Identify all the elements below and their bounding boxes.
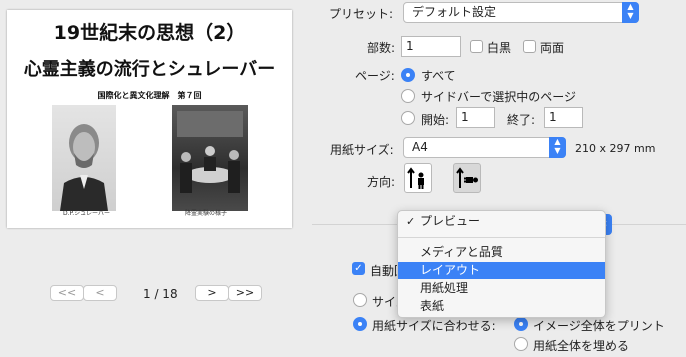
- document-subtitle: 国際化と異文化理解 第７回: [97, 91, 202, 100]
- orientation-label: 方向:: [367, 175, 396, 189]
- paper-size-value: A4: [412, 140, 428, 154]
- pages-all-label: すべて: [421, 69, 456, 83]
- pages-all-radio[interactable]: [401, 68, 415, 82]
- landscape-person-icon: [456, 167, 478, 188]
- menu-item-layout[interactable]: レイアウト: [398, 262, 605, 279]
- caption-left: D.P.シュレーバー: [63, 210, 110, 217]
- landscape-orientation-button[interactable]: [453, 163, 481, 193]
- copies-field[interactable]: 1: [401, 36, 461, 57]
- print-entire-image-label: イメージ全体をプリント: [533, 319, 665, 333]
- copies-label: 部数:: [367, 41, 396, 55]
- presets-label: プリセット:: [329, 7, 394, 21]
- fit-to-paper-label: 用紙サイズに合わせる:: [372, 319, 496, 333]
- caption-right: 降霊実験の様子: [185, 210, 228, 217]
- pages-sidebar-label: サイドバーで選択中のページ: [421, 90, 577, 104]
- menu-separator: [398, 237, 605, 238]
- auto-rotate-checkbox[interactable]: ✓: [352, 262, 365, 275]
- seance-photo: [172, 105, 248, 211]
- pages-to-label: 終了:: [507, 113, 536, 127]
- presets-value: デフォルト設定: [412, 5, 497, 19]
- fit-to-paper-radio[interactable]: [353, 317, 367, 331]
- document-heading: 心霊主義の流行とシュレーバー: [23, 59, 276, 80]
- black-white-checkbox[interactable]: [470, 40, 483, 53]
- black-white-label: 白黒: [487, 41, 512, 55]
- page-indicator: 1 / 18: [143, 287, 178, 301]
- chevron-updown-icon: ▲▼: [549, 137, 566, 158]
- section-dropdown-menu: ✓ プレビュー メディアと品質 レイアウト 用紙処理 表紙: [397, 210, 606, 318]
- fill-entire-paper-label: 用紙全体を埋める: [533, 339, 630, 353]
- pages-from-field[interactable]: 1: [456, 107, 495, 128]
- paper-dimensions: 210 x 297 mm: [575, 142, 656, 155]
- menu-item-paper-handling[interactable]: 用紙処理: [398, 280, 605, 297]
- menu-item-media-quality[interactable]: メディアと品質: [398, 244, 605, 261]
- fill-entire-paper-radio[interactable]: [514, 337, 528, 351]
- pages-to-field[interactable]: 1: [544, 107, 583, 128]
- last-page-button[interactable]: >>: [228, 285, 262, 301]
- pages-label: ページ:: [355, 69, 395, 83]
- portrait-photo: [52, 105, 116, 211]
- first-page-button[interactable]: <<: [50, 285, 84, 301]
- presets-popup[interactable]: デフォルト設定 ▲ ▼: [403, 2, 639, 23]
- portrait-person-icon: [407, 167, 424, 189]
- document-title: 19世紀末の思想（2）: [53, 22, 246, 44]
- menu-item-preview[interactable]: ✓ プレビュー: [398, 213, 605, 230]
- print-entire-image-radio[interactable]: [514, 317, 528, 331]
- pages-range-radio[interactable]: [401, 111, 415, 125]
- paper-size-popup[interactable]: A4 ▲ ▼: [403, 137, 566, 158]
- next-page-button[interactable]: >: [195, 285, 229, 301]
- menu-item-cover[interactable]: 表紙: [398, 298, 605, 315]
- print-preview-page: 19世紀末の思想（2） 心霊主義の流行とシュレーバー 国際化と異文化理解 第７回…: [7, 10, 292, 228]
- pages-sidebar-radio[interactable]: [401, 89, 415, 103]
- two-sided-label: 両面: [540, 41, 565, 55]
- portrait-orientation-button[interactable]: [404, 163, 432, 193]
- two-sided-checkbox[interactable]: [523, 40, 536, 53]
- chevron-updown-icon: ▲▼: [622, 2, 639, 23]
- scale-radio[interactable]: [353, 293, 367, 307]
- paper-size-label: 用紙サイズ:: [330, 143, 394, 157]
- previous-page-button[interactable]: <: [83, 285, 117, 301]
- checkmark-icon: ✓: [406, 215, 416, 228]
- pages-from-label: 開始:: [421, 113, 450, 127]
